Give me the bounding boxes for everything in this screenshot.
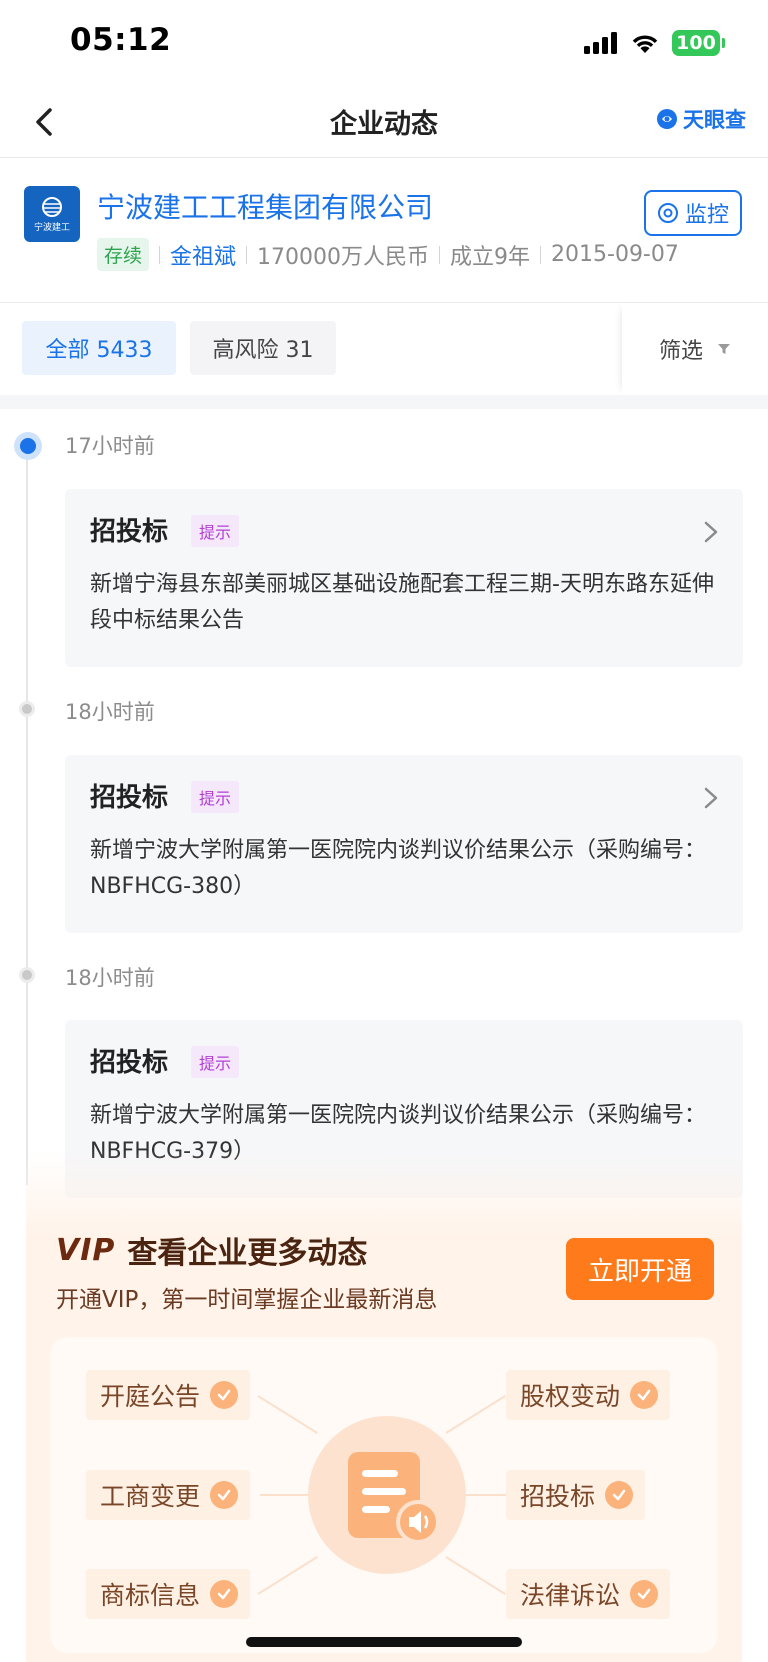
chevron-right-icon bbox=[704, 787, 718, 809]
check-icon bbox=[210, 1381, 239, 1409]
event-tag: 提示 bbox=[191, 515, 240, 547]
event-time: 18小时前 bbox=[65, 966, 155, 990]
vip-fade-overlay bbox=[26, 1150, 742, 1240]
feature-bidding: 招投标 bbox=[506, 1470, 646, 1520]
divider bbox=[159, 245, 161, 264]
founded-date: 2015-09-07 bbox=[551, 242, 679, 267]
event-type: 招投标 bbox=[90, 783, 169, 813]
page-title: 企业动态 bbox=[330, 109, 438, 140]
feature-label: 股权变动 bbox=[520, 1382, 621, 1411]
feature-court-notice: 开庭公告 bbox=[86, 1370, 251, 1420]
monitor-eye-icon bbox=[657, 203, 678, 223]
check-icon bbox=[210, 1481, 239, 1509]
vip-open-button[interactable]: 立即开通 bbox=[566, 1238, 714, 1300]
nav-bar: 企业动态 天眼查 bbox=[0, 86, 768, 158]
registered-capital: 170000万人民币 bbox=[257, 244, 430, 270]
status-time: 05:12 bbox=[70, 22, 172, 58]
connector-line bbox=[260, 1494, 312, 1496]
feature-trademark: 商标信息 bbox=[86, 1569, 251, 1619]
feature-label: 招投标 bbox=[520, 1482, 596, 1511]
timeline-line bbox=[26, 445, 28, 1185]
timeline-dot-active-inner bbox=[20, 438, 36, 454]
vip-subtitle: 开通VIP，第一时间掌握企业最新消息 bbox=[56, 1287, 438, 1313]
event-type: 招投标 bbox=[90, 1048, 169, 1078]
connector-line bbox=[466, 1494, 510, 1496]
timeline-dot bbox=[19, 701, 35, 717]
status-icons: 100 bbox=[584, 30, 725, 56]
check-icon bbox=[605, 1481, 634, 1509]
status-bar: 05:12 100 bbox=[0, 0, 768, 86]
company-logo: 宁波建工 bbox=[24, 186, 80, 242]
vip-badge: VIP bbox=[56, 1232, 116, 1268]
event-tag: 提示 bbox=[191, 1046, 240, 1078]
monitor-button[interactable]: 监控 bbox=[644, 190, 742, 236]
brand-name: 天眼查 bbox=[683, 108, 746, 132]
event-type: 招投标 bbox=[90, 517, 169, 547]
feature-label: 开庭公告 bbox=[100, 1382, 201, 1411]
check-icon bbox=[630, 1580, 659, 1608]
event-time: 18小时前 bbox=[65, 700, 155, 724]
company-age: 成立9年 bbox=[450, 244, 531, 270]
event-tag: 提示 bbox=[191, 781, 240, 813]
status-badge: 存续 bbox=[97, 238, 150, 271]
timeline-dot bbox=[19, 967, 35, 983]
event-text: 新增宁波大学附属第一医院院内谈判议价结果公示（采购编号：NBFHCG-380） bbox=[90, 838, 707, 899]
check-icon bbox=[210, 1580, 239, 1608]
document-speaker-icon bbox=[348, 1452, 440, 1544]
event-text: 新增宁海县东部美丽城区基础设施配套工程三期-天明东路东延伸段中标结果公告 bbox=[90, 572, 714, 633]
section-gap bbox=[0, 395, 768, 409]
feature-label: 法律诉讼 bbox=[520, 1581, 621, 1610]
event-time: 17小时前 bbox=[65, 434, 155, 458]
company-meta: 存续 金祖斌 170000万人民币 成立9年 2015-09-07 bbox=[97, 238, 679, 271]
filter-label: 筛选 bbox=[658, 339, 703, 364]
vip-title-text: 查看企业更多动态 bbox=[127, 1236, 368, 1271]
divider bbox=[439, 245, 441, 264]
wifi-icon bbox=[632, 35, 658, 53]
tab-all[interactable]: 全部 5433 bbox=[22, 321, 176, 375]
filter-icon bbox=[718, 344, 730, 354]
divider bbox=[540, 245, 542, 264]
legal-person[interactable]: 金祖斌 bbox=[170, 239, 236, 271]
home-indicator bbox=[246, 1637, 522, 1647]
event-card[interactable]: 招投标 提示 新增宁波大学附属第一医院院内谈判议价结果公示（采购编号：NBFHC… bbox=[65, 755, 743, 933]
feature-label: 工商变更 bbox=[100, 1482, 201, 1511]
feature-equity-change: 股权变动 bbox=[506, 1370, 671, 1420]
divider bbox=[246, 245, 248, 264]
brand-logo: 天眼查 bbox=[655, 104, 746, 134]
filter-tabs: 全部 5433 高风险 31 筛选 bbox=[0, 303, 768, 395]
company-name[interactable]: 宁波建工工程集团有限公司 bbox=[97, 186, 433, 226]
feature-business-change: 工商变更 bbox=[86, 1470, 251, 1520]
filter-button[interactable]: 筛选 bbox=[622, 303, 768, 395]
vip-title: VIP 查看企业更多动态 bbox=[56, 1228, 367, 1272]
tianyancha-logo-icon bbox=[657, 109, 677, 129]
check-icon bbox=[630, 1381, 659, 1409]
feature-litigation: 法律诉讼 bbox=[506, 1569, 671, 1619]
tab-high-risk[interactable]: 高风险 31 bbox=[190, 321, 336, 375]
signal-icon bbox=[584, 32, 617, 54]
chevron-right-icon bbox=[704, 521, 718, 543]
monitor-label: 监控 bbox=[684, 203, 729, 228]
event-card[interactable]: 招投标 提示 新增宁海县东部美丽城区基础设施配套工程三期-天明东路东延伸段中标结… bbox=[65, 489, 743, 667]
battery-indicator: 100 bbox=[672, 30, 725, 56]
logo-text: 宁波建工 bbox=[33, 222, 70, 233]
company-header: 宁波建工 宁波建工工程集团有限公司 监控 存续 金祖斌 170000万人民币 成… bbox=[0, 158, 768, 302]
company-globe-icon bbox=[42, 196, 62, 217]
feature-label: 商标信息 bbox=[100, 1581, 201, 1610]
